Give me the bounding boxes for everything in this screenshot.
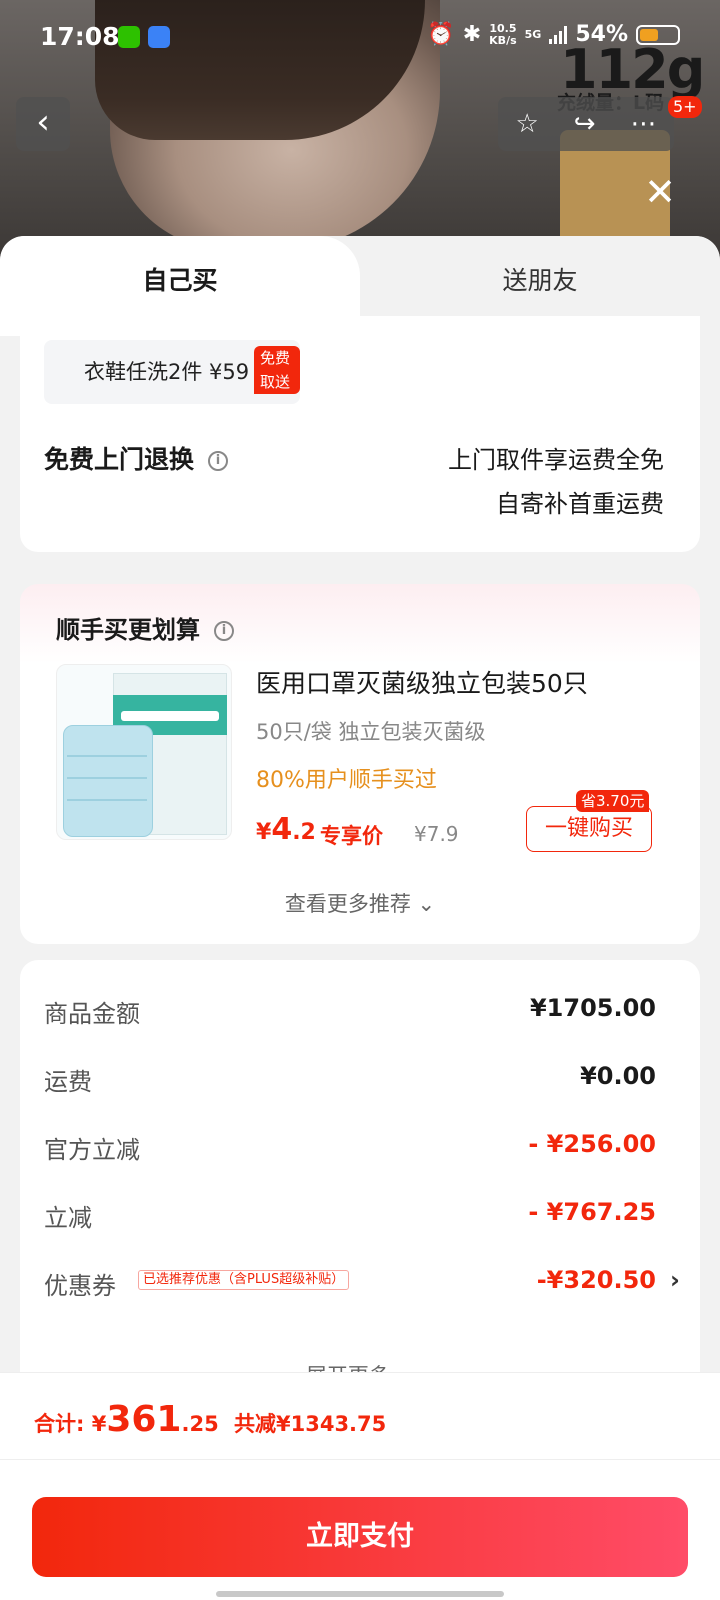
alarm-icon: ⏰ (427, 22, 455, 47)
summary-row-coupon[interactable]: 优惠券 已选推荐优惠（含PLUS超级补贴） -¥320.50 › (44, 1266, 680, 1306)
addon-product-spec: 50只/袋 独立包装灭菌级 (256, 720, 486, 744)
signal-icon (549, 25, 568, 44)
share-icon[interactable]: ↪ (574, 109, 596, 139)
status-right: ⏰ ✱ 10.5 KB/s 5G 54% (427, 22, 680, 47)
info-icon[interactable]: i (214, 621, 234, 641)
order-total: 合计: ¥361.25 共减¥1343.75 (34, 1399, 387, 1440)
back-button[interactable]: ‹ (16, 97, 70, 151)
wechat-icon (118, 26, 140, 48)
addon-product-name[interactable]: 医用口罩灭菌级独立包装50只 (256, 664, 588, 700)
tab-gift-friend[interactable]: 送朋友 (360, 236, 720, 326)
summary-row-goods: 商品金额 ¥1705.00 (44, 994, 656, 1028)
purchase-tabs: 送朋友 自己买 (0, 236, 720, 336)
more-icon[interactable]: ⋯ (630, 109, 656, 139)
free-pickup-tag: 免费取送 (254, 346, 300, 394)
chevron-right-icon[interactable]: › (670, 1266, 680, 1294)
wash-service-label: 衣鞋任洗2件 ¥59 (84, 360, 250, 384)
message-badge: 5+ (668, 96, 702, 118)
battery-percent: 54% (575, 22, 628, 47)
divider (0, 1459, 720, 1460)
summary-row-official-discount: 官方立减 - ¥256.00 (44, 1130, 656, 1164)
favorite-star-icon[interactable]: ☆ (515, 109, 538, 139)
close-icon[interactable]: ✕ (640, 172, 680, 212)
network-speed: 10.5 KB/s (489, 21, 517, 47)
mask-product-image[interactable] (56, 664, 232, 840)
wash-service-option[interactable]: 衣鞋任洗2件 ¥59 免费取送 (44, 340, 300, 404)
bluetooth-icon: ✱ (462, 22, 482, 47)
summary-row-shipping: 运费 ¥0.00 (44, 1062, 656, 1096)
coupon-tag: 已选推荐优惠（含PLUS超级补贴） (138, 1270, 350, 1290)
service-card: 衣鞋任洗2件 ¥59 免费取送 免费上门退换 i 上门取件享运费全免 自寄补首重运… (20, 316, 700, 552)
one-click-buy-button[interactable]: 一键购买 (526, 806, 652, 852)
info-icon[interactable]: i (208, 451, 229, 471)
home-indicator[interactable] (216, 1591, 504, 1597)
total-discount: 共减¥1343.75 (234, 1412, 387, 1436)
free-return-title: 免费上门退换 i (44, 440, 229, 476)
more-recommendations-link[interactable]: 查看更多推荐 ⌄ (20, 888, 700, 918)
save-amount-tag: 省3.70元 (576, 790, 650, 812)
addon-users-stat: 80%用户顺手买过 (256, 768, 437, 793)
original-price: ¥7.9 (414, 822, 459, 846)
price-summary-card: 商品金额 ¥1705.00 运费 ¥0.00 官方立减 - ¥256.00 立减… (20, 960, 700, 1420)
return-desc-1: 上门取件享运费全免 (448, 446, 664, 474)
status-bar: 17:08 ⏰ ✱ 10.5 KB/s 5G 54% (0, 0, 720, 76)
summary-row-instant-discount: 立减 - ¥767.25 (44, 1198, 656, 1232)
exclusive-price-tag: 专享价 (320, 824, 383, 848)
status-time: 17:08 (40, 22, 120, 51)
pay-now-button[interactable]: 立即支付 (32, 1497, 688, 1577)
pay-bar: 合计: ¥361.25 共减¥1343.75 立即支付 (0, 1372, 720, 1600)
addon-card: 顺手买更划算 i 医用口罩灭菌级独立包装50只 50只/袋 独立包装灭菌级 80%… (20, 584, 700, 944)
image-actions: ☆ ↪ ⋯ (498, 97, 674, 151)
battery-icon (636, 24, 680, 45)
network-type: 5G (524, 27, 542, 41)
return-desc-2: 自寄补首重运费 (496, 490, 664, 518)
message-app-icon (148, 26, 170, 48)
addon-price: ¥4.2 (256, 812, 316, 847)
addon-title: 顺手买更划算 i (56, 610, 234, 645)
